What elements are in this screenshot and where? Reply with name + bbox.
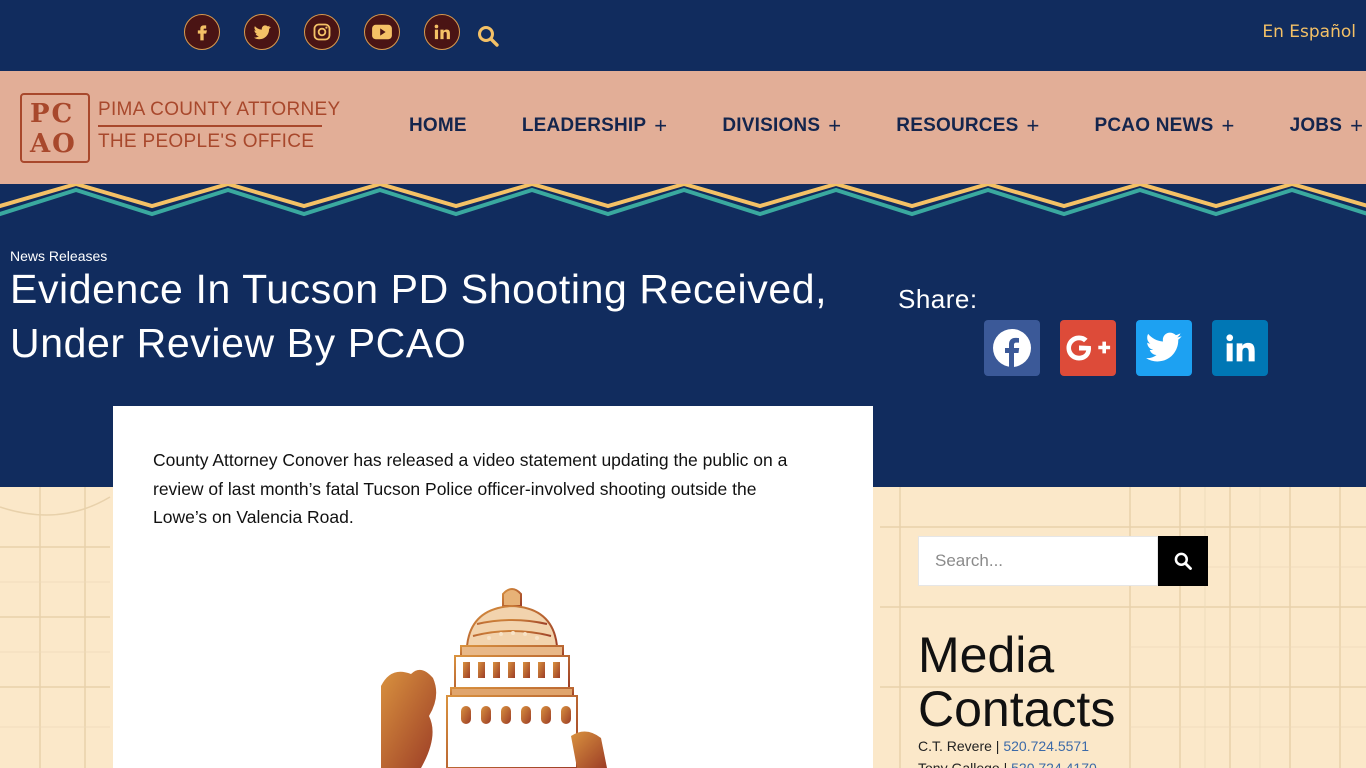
plus-icon: +	[1026, 113, 1040, 138]
nav-item-pcao-news[interactable]: PCAO NEWS +	[1095, 115, 1235, 137]
instagram-icon[interactable]	[300, 10, 344, 54]
media-contacts-heading: Media Contacts	[918, 627, 1116, 737]
search-icon[interactable]	[476, 24, 500, 48]
sidebar-search-input[interactable]	[918, 536, 1158, 586]
share-buttons	[984, 320, 1268, 376]
linkedin-icon	[1226, 334, 1255, 362]
zigzag-border	[0, 184, 1366, 217]
twitter-icon	[1146, 332, 1182, 362]
logo-divider	[98, 125, 322, 127]
plus-icon: +	[654, 113, 668, 138]
youtube-icon[interactable]	[360, 10, 404, 54]
plus-icon: +	[1221, 113, 1235, 138]
search-icon	[1174, 552, 1192, 570]
google-plus-icon	[1066, 335, 1111, 361]
logo-letters-top: PC	[30, 99, 75, 129]
top-utility-bar: En Español	[0, 0, 1366, 71]
contact-name: Tony Gallego	[918, 760, 1000, 768]
nav-item-label: JOBS	[1289, 115, 1343, 136]
contact-separator: |	[999, 760, 1012, 768]
twitter-icon[interactable]	[240, 10, 284, 54]
logo-title: PIMA COUNTY ATTORNEY	[98, 99, 341, 120]
article-card: County Attorney Conover has released a v…	[113, 406, 873, 768]
nav-item-label: DIVISIONS	[722, 115, 821, 136]
plus-icon: +	[828, 113, 842, 138]
nav-item-label: HOME	[409, 115, 467, 136]
contact-separator: |	[991, 738, 1004, 754]
site-logo[interactable]: PC AO PIMA COUNTY ATTORNEY THE PEOPLE'S …	[20, 93, 340, 163]
nav-item-divisions[interactable]: DIVISIONS +	[722, 115, 841, 137]
page-title: Evidence In Tucson PD Shooting Received,…	[10, 266, 828, 366]
main-header: PC AO PIMA COUNTY ATTORNEY THE PEOPLE'S …	[0, 71, 1366, 184]
share-google-plus-button[interactable]	[1060, 320, 1116, 376]
sidebar-search-button[interactable]	[1158, 536, 1208, 586]
facebook-icon[interactable]	[180, 10, 224, 54]
contact-phone-link[interactable]: 520.724.4170	[1011, 760, 1097, 768]
nav-item-jobs[interactable]: JOBS +	[1290, 115, 1364, 137]
sidebar-search	[918, 536, 1208, 586]
nav-item-leadership[interactable]: LEADERSHIP +	[522, 115, 668, 137]
zigzag-teal-line	[0, 187, 1366, 217]
logo-letters-bottom: AO	[30, 129, 77, 159]
linkedin-icon[interactable]	[420, 10, 464, 54]
social-links	[180, 10, 464, 54]
nav-item-label: LEADERSHIP	[521, 115, 647, 136]
article-intro: County Attorney Conover has released a v…	[153, 450, 788, 527]
share-facebook-button[interactable]	[984, 320, 1040, 376]
logo-mark: PC AO	[20, 93, 90, 163]
capitol-building-illustration	[381, 580, 607, 768]
contact-phone-link[interactable]: 520.724.5571	[1003, 738, 1089, 754]
plus-icon: +	[1350, 113, 1364, 138]
nav-item-label: PCAO NEWS	[1094, 115, 1214, 136]
share-linkedin-button[interactable]	[1212, 320, 1268, 376]
share-label: Share:	[898, 284, 978, 314]
logo-tagline: THE PEOPLE'S OFFICE	[98, 131, 315, 152]
main-navigation: HOME LEADERSHIP + DIVISIONS + RESOURCES …	[409, 115, 1363, 137]
language-link[interactable]: En Español	[1262, 22, 1356, 42]
media-contact: Tony Gallego | 520.724.4170	[918, 760, 1097, 768]
nav-item-home[interactable]: HOME	[409, 115, 467, 137]
share-twitter-button[interactable]	[1136, 320, 1192, 376]
media-contact: C.T. Revere | 520.724.5571	[918, 738, 1089, 754]
facebook-icon	[993, 329, 1031, 367]
nav-item-resources[interactable]: RESOURCES +	[896, 115, 1039, 137]
contact-name: C.T. Revere	[918, 738, 992, 754]
nav-item-label: RESOURCES	[896, 115, 1019, 136]
